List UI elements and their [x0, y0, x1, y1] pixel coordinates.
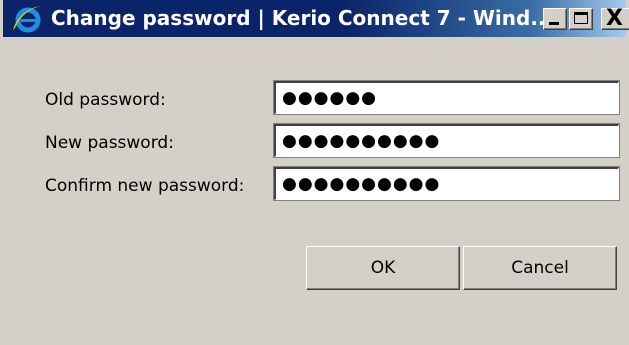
confirm-password-field[interactable]: ●●●●●●●●●● [273, 166, 620, 201]
window-title: Change password | Kerio Connect 7 - Wind… [51, 6, 554, 30]
close-button[interactable]: X [601, 6, 629, 31]
new-password-label: New password: [45, 133, 174, 153]
minimize-button[interactable] [543, 8, 567, 30]
minimize-icon [549, 22, 559, 25]
change-password-window: Change password | Kerio Connect 7 - Wind… [0, 0, 629, 345]
old-password-field[interactable]: ●●●●●● [273, 80, 620, 115]
new-password-field[interactable]: ●●●●●●●●●● [273, 123, 620, 158]
maximize-icon [574, 12, 588, 24]
internet-explorer-icon [13, 6, 43, 33]
old-password-label: Old password: [45, 90, 166, 110]
maximize-button[interactable] [569, 8, 593, 30]
confirm-password-label: Confirm new password: [45, 176, 245, 196]
ok-button[interactable]: OK [306, 246, 460, 290]
title-bar[interactable]: Change password | Kerio Connect 7 - Wind… [3, 0, 629, 37]
close-icon: X [606, 6, 623, 31]
cancel-button[interactable]: Cancel [463, 246, 617, 290]
